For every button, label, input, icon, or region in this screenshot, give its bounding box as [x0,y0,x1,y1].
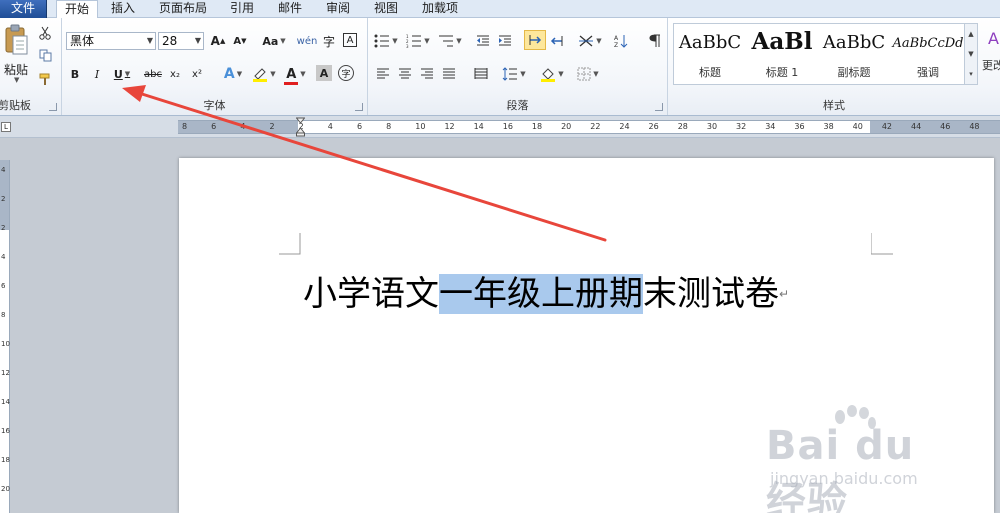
annotation-arrow [122,85,607,242]
